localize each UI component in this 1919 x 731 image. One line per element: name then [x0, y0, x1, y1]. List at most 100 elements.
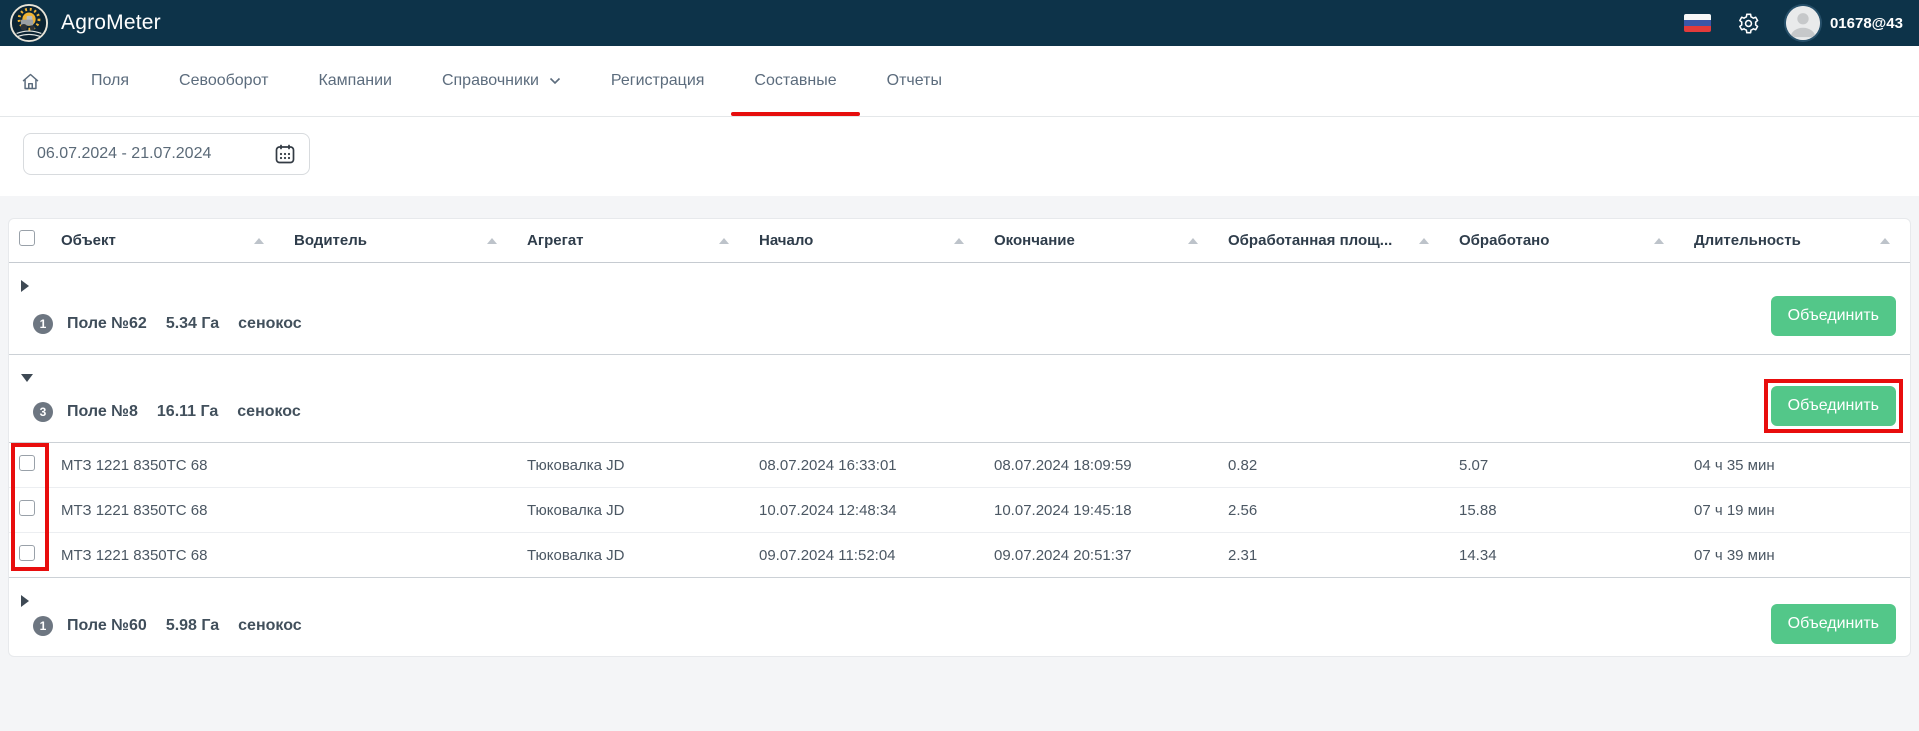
work-record-row: МТЗ 1221 8350ТС 68 Тюковалка JD 10.07.20… [9, 488, 1910, 533]
sort-asc-arrow[interactable] [1880, 238, 1890, 244]
date-range-picker[interactable]: 06.07.2024 - 21.07.2024 [23, 133, 310, 175]
nav-item-label: Справочники [442, 72, 539, 90]
nav-home[interactable] [20, 71, 41, 92]
group-info: 1 Поле №62 5.34 Га сенокос [33, 314, 302, 334]
field-group-row: 1 Поле №62 5.34 Га сенокос Объединить [9, 263, 1910, 355]
nav-item-label: Отчеты [887, 72, 942, 90]
collapse-group-toggle[interactable] [21, 371, 33, 383]
duration-cell: 07 ч 19 мин [1694, 502, 1910, 519]
triangle-right-icon [21, 280, 29, 292]
top-header-bar: AgroMeter 01678@43 [0, 0, 1919, 46]
nav-item-label: Поля [91, 72, 129, 90]
nav-item-label: Регистрация [611, 72, 705, 90]
merge-button-wrap: Объединить [1771, 604, 1896, 644]
processed-cell: 15.88 [1459, 502, 1694, 519]
field-area: 5.98 Га [166, 617, 219, 635]
user-menu[interactable]: 01678@43 [1786, 6, 1903, 40]
object-cell: МТЗ 1221 8350ТС 68 [61, 502, 294, 519]
implement-cell: Тюковалка JD [527, 457, 759, 474]
start-cell: 08.07.2024 16:33:01 [759, 457, 994, 474]
column-header-processed[interactable]: Обработано [1459, 232, 1549, 249]
row-checkbox[interactable] [19, 500, 35, 516]
nav-item-crop-rotation[interactable]: Севооборот [179, 46, 268, 116]
field-name: Поле №8 [67, 403, 138, 421]
sort-asc-arrow[interactable] [1419, 238, 1429, 244]
field-group-row-expanded: 3 Поле №8 16.11 Га сенокос Объединить [9, 355, 1910, 443]
avatar[interactable] [1786, 6, 1820, 40]
triangle-down-icon [21, 374, 33, 382]
merge-button[interactable]: Объединить [1771, 604, 1896, 644]
calendar-icon [274, 143, 296, 165]
field-name: Поле №60 [67, 617, 147, 635]
merge-button-wrap: Объединить [1771, 296, 1896, 336]
content-background: Объект Водитель Агрегат Начало Окончание… [0, 196, 1919, 731]
start-cell: 10.07.2024 12:48:34 [759, 502, 994, 519]
sort-asc-arrow[interactable] [1188, 238, 1198, 244]
end-cell: 08.07.2024 18:09:59 [994, 457, 1228, 474]
object-cell: МТЗ 1221 8350ТС 68 [61, 457, 294, 474]
main-navigation: Поля Севооборот Кампании Справочники Рег… [0, 46, 1919, 117]
nav-item-composites-active[interactable]: Составные [754, 46, 836, 116]
field-crop: сенокос [238, 617, 302, 635]
nav-item-campaigns[interactable]: Кампании [318, 46, 392, 116]
sort-asc-arrow[interactable] [254, 238, 264, 244]
merge-button[interactable]: Объединить [1771, 296, 1896, 336]
column-header-end[interactable]: Окончание [994, 232, 1075, 249]
sort-asc-arrow[interactable] [1654, 238, 1664, 244]
field-group-row: 1 Поле №60 5.98 Га сенокос Объединить [9, 578, 1910, 656]
username-label: 01678@43 [1830, 15, 1903, 32]
column-header-implement[interactable]: Агрегат [527, 232, 584, 249]
group-info: 1 Поле №60 5.98 Га сенокос [33, 616, 302, 636]
end-cell: 10.07.2024 19:45:18 [994, 502, 1228, 519]
row-checkbox[interactable] [19, 545, 35, 561]
duration-cell: 04 ч 35 мин [1694, 457, 1910, 474]
expand-group-toggle[interactable] [21, 594, 33, 606]
group-detail-rows: МТЗ 1221 8350ТС 68 Тюковалка JD 08.07.20… [9, 443, 1910, 578]
app-title: AgroMeter [61, 11, 161, 35]
nav-item-reports[interactable]: Отчеты [887, 46, 942, 116]
duration-cell: 07 ч 39 мин [1694, 547, 1910, 564]
table-header-row: Объект Водитель Агрегат Начало Окончание… [9, 219, 1910, 263]
column-header-start[interactable]: Начало [759, 232, 813, 249]
implement-cell: Тюковалка JD [527, 502, 759, 519]
field-crop: сенокос [237, 403, 301, 421]
date-range-value: 06.07.2024 - 21.07.2024 [37, 145, 211, 163]
nav-item-label: Севооборот [179, 72, 268, 90]
sort-asc-arrow[interactable] [487, 238, 497, 244]
app-page: AgroMeter 01678@43 [0, 0, 1919, 731]
gear-icon[interactable] [1737, 12, 1760, 35]
nav-item-directories[interactable]: Справочники [442, 46, 561, 116]
topbar-right-cluster: 01678@43 [1684, 6, 1903, 40]
processed-area-cell: 2.56 [1228, 502, 1459, 519]
records-count-badge: 3 [33, 402, 53, 422]
object-cell: МТЗ 1221 8350ТС 68 [61, 547, 294, 564]
field-area: 16.11 Га [157, 403, 218, 421]
column-header-driver[interactable]: Водитель [294, 232, 367, 249]
end-cell: 09.07.2024 20:51:37 [994, 547, 1228, 564]
row-checkbox[interactable] [19, 455, 35, 471]
group-info: 3 Поле №8 16.11 Га сенокос [33, 402, 301, 422]
implement-cell: Тюковалка JD [527, 547, 759, 564]
column-header-processed-area[interactable]: Обработанная площ... [1228, 232, 1392, 249]
merge-button-highlighted[interactable]: Объединить [1771, 386, 1896, 426]
work-record-row: МТЗ 1221 8350ТС 68 Тюковалка JD 09.07.20… [9, 533, 1910, 578]
start-cell: 09.07.2024 11:52:04 [759, 547, 994, 564]
sort-asc-arrow[interactable] [719, 238, 729, 244]
filter-bar: 06.07.2024 - 21.07.2024 [0, 117, 1919, 196]
column-header-duration[interactable]: Длительность [1694, 232, 1801, 249]
nav-item-fields[interactable]: Поля [91, 46, 129, 116]
select-all-checkbox[interactable] [19, 230, 35, 246]
nav-item-registration[interactable]: Регистрация [611, 46, 705, 116]
agrometer-logo-icon [10, 4, 48, 42]
sort-asc-arrow[interactable] [954, 238, 964, 244]
composites-table: Объект Водитель Агрегат Начало Окончание… [8, 218, 1911, 657]
language-flag-russia[interactable] [1684, 14, 1711, 32]
expand-group-toggle[interactable] [21, 279, 33, 291]
nav-item-label: Кампании [318, 72, 392, 90]
field-crop: сенокос [238, 315, 302, 333]
processed-cell: 5.07 [1459, 457, 1694, 474]
chevron-down-icon [549, 77, 561, 85]
records-count-badge: 1 [33, 616, 53, 636]
column-header-object[interactable]: Объект [61, 232, 116, 249]
records-count-badge: 1 [33, 314, 53, 334]
